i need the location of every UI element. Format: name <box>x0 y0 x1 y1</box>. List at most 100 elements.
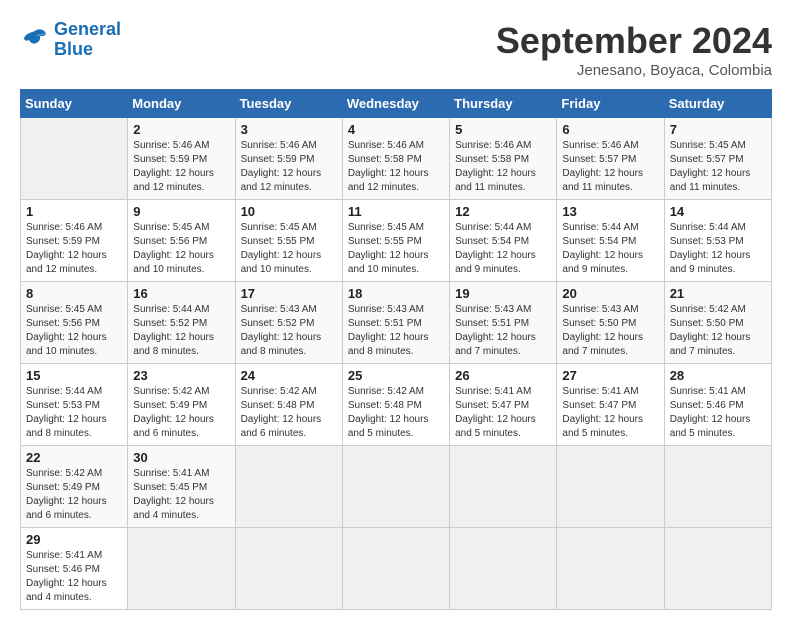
day-info: Sunrise: 5:45 AMSunset: 5:55 PMDaylight:… <box>241 221 337 277</box>
day-info: Sunrise: 5:41 AMSunset: 5:47 PMDaylight:… <box>562 385 658 441</box>
calendar-cell <box>450 528 557 610</box>
day-number: 21 <box>670 286 766 301</box>
weekday-header-cell: Friday <box>557 90 664 118</box>
calendar-week-row: 8 Sunrise: 5:45 AMSunset: 5:56 PMDaylight… <box>21 282 772 364</box>
weekday-header-cell: Thursday <box>450 90 557 118</box>
calendar-cell: 28Sunrise: 5:41 AMSunset: 5:46 PMDayligh… <box>664 364 771 446</box>
day-info: Sunrise: 5:43 AMSunset: 5:51 PMDaylight:… <box>455 303 551 359</box>
logo-line1: General <box>54 19 121 39</box>
calendar-cell <box>450 446 557 528</box>
calendar-cell: 23 Sunrise: 5:42 AMSunset: 5:49 PMDayligh… <box>128 364 235 446</box>
calendar-cell: 8 Sunrise: 5:45 AMSunset: 5:56 PMDaylight… <box>21 282 128 364</box>
day-info: Sunrise: 5:46 AMSunset: 5:57 PMDaylight:… <box>562 139 658 195</box>
calendar-week-row: 29 Sunrise: 5:41 AMSunset: 5:46 PMDayligh… <box>21 528 772 610</box>
calendar-cell <box>235 528 342 610</box>
logo-icon <box>20 25 50 55</box>
day-info: Sunrise: 5:44 AMSunset: 5:53 PMDaylight:… <box>26 385 122 441</box>
day-number: 23 <box>133 368 229 383</box>
day-info: Sunrise: 5:45 AMSunset: 5:55 PMDaylight:… <box>348 221 444 277</box>
calendar-cell: 9Sunrise: 5:45 AMSunset: 5:56 PMDaylight… <box>128 200 235 282</box>
calendar-cell: 12Sunrise: 5:44 AMSunset: 5:54 PMDayligh… <box>450 200 557 282</box>
calendar-cell: 18Sunrise: 5:43 AMSunset: 5:51 PMDayligh… <box>342 282 449 364</box>
day-number: 27 <box>562 368 658 383</box>
day-info: Sunrise: 5:41 AMSunset: 5:46 PMDaylight:… <box>26 549 122 605</box>
calendar-cell: 30 Sunrise: 5:41 AMSunset: 5:45 PMDayligh… <box>128 446 235 528</box>
calendar-week-row: 1 Sunrise: 5:46 AMSunset: 5:59 PMDaylight… <box>21 200 772 282</box>
calendar-cell: 5 Sunrise: 5:46 AMSunset: 5:58 PMDaylight… <box>450 118 557 200</box>
day-info: Sunrise: 5:45 AMSunset: 5:56 PMDaylight:… <box>133 221 229 277</box>
calendar-week-row: 2 Sunrise: 5:46 AMSunset: 5:59 PMDaylight… <box>21 118 772 200</box>
calendar-cell: 11 Sunrise: 5:45 AMSunset: 5:55 PMDayligh… <box>342 200 449 282</box>
calendar-cell: 7Sunrise: 5:45 AMSunset: 5:57 PMDaylight… <box>664 118 771 200</box>
day-info: Sunrise: 5:42 AMSunset: 5:48 PMDaylight:… <box>241 385 337 441</box>
day-number: 29 <box>26 532 122 547</box>
calendar-cell: 6 Sunrise: 5:46 AMSunset: 5:57 PMDaylight… <box>557 118 664 200</box>
day-number: 26 <box>455 368 551 383</box>
calendar-week-row: 15Sunrise: 5:44 AMSunset: 5:53 PMDayligh… <box>21 364 772 446</box>
calendar-cell: 10 Sunrise: 5:45 AMSunset: 5:55 PMDayligh… <box>235 200 342 282</box>
weekday-header-cell: Sunday <box>21 90 128 118</box>
calendar-body: 2 Sunrise: 5:46 AMSunset: 5:59 PMDaylight… <box>21 118 772 610</box>
calendar-cell: 24 Sunrise: 5:42 AMSunset: 5:48 PMDayligh… <box>235 364 342 446</box>
day-number: 30 <box>133 450 229 465</box>
day-info: Sunrise: 5:46 AMSunset: 5:58 PMDaylight:… <box>455 139 551 195</box>
weekday-header-cell: Monday <box>128 90 235 118</box>
calendar-cell: 22 Sunrise: 5:42 AMSunset: 5:49 PMDayligh… <box>21 446 128 528</box>
day-number: 13 <box>562 204 658 219</box>
calendar-cell: 15Sunrise: 5:44 AMSunset: 5:53 PMDayligh… <box>21 364 128 446</box>
day-info: Sunrise: 5:42 AMSunset: 5:49 PMDaylight:… <box>26 467 122 523</box>
day-info: Sunrise: 5:46 AMSunset: 5:59 PMDaylight:… <box>26 221 122 277</box>
day-number: 1 <box>26 204 122 219</box>
calendar-cell: 27 Sunrise: 5:41 AMSunset: 5:47 PMDayligh… <box>557 364 664 446</box>
day-number: 3 <box>241 122 337 137</box>
day-info: Sunrise: 5:45 AMSunset: 5:57 PMDaylight:… <box>670 139 766 195</box>
calendar-table: SundayMondayTuesdayWednesdayThursdayFrid… <box>20 89 772 610</box>
calendar-cell: 17Sunrise: 5:43 AMSunset: 5:52 PMDayligh… <box>235 282 342 364</box>
calendar-cell <box>664 446 771 528</box>
day-info: Sunrise: 5:44 AMSunset: 5:54 PMDaylight:… <box>562 221 658 277</box>
day-number: 17 <box>241 286 337 301</box>
day-number: 10 <box>241 204 337 219</box>
weekday-header-row: SundayMondayTuesdayWednesdayThursdayFrid… <box>21 90 772 118</box>
logo-line2: Blue <box>54 39 93 59</box>
logo-text: General Blue <box>54 20 121 60</box>
calendar-cell: 26 Sunrise: 5:41 AMSunset: 5:47 PMDayligh… <box>450 364 557 446</box>
day-number: 24 <box>241 368 337 383</box>
day-info: Sunrise: 5:41 AMSunset: 5:45 PMDaylight:… <box>133 467 229 523</box>
day-info: Sunrise: 5:44 AMSunset: 5:53 PMDaylight:… <box>670 221 766 277</box>
calendar-cell <box>342 528 449 610</box>
day-number: 8 <box>26 286 122 301</box>
calendar-week-row: 22 Sunrise: 5:42 AMSunset: 5:49 PMDayligh… <box>21 446 772 528</box>
day-number: 11 <box>348 204 444 219</box>
day-info: Sunrise: 5:46 AMSunset: 5:59 PMDaylight:… <box>241 139 337 195</box>
calendar-cell: 2 Sunrise: 5:46 AMSunset: 5:59 PMDaylight… <box>128 118 235 200</box>
month-title: September 2024 <box>496 20 772 62</box>
day-number: 6 <box>562 122 658 137</box>
calendar-cell: 19 Sunrise: 5:43 AMSunset: 5:51 PMDayligh… <box>450 282 557 364</box>
calendar-cell <box>128 528 235 610</box>
day-info: Sunrise: 5:42 AMSunset: 5:48 PMDaylight:… <box>348 385 444 441</box>
day-number: 18 <box>348 286 444 301</box>
day-number: 22 <box>26 450 122 465</box>
day-info: Sunrise: 5:44 AMSunset: 5:54 PMDaylight:… <box>455 221 551 277</box>
day-info: Sunrise: 5:46 AMSunset: 5:59 PMDaylight:… <box>133 139 229 195</box>
day-info: Sunrise: 5:42 AMSunset: 5:50 PMDaylight:… <box>670 303 766 359</box>
day-number: 19 <box>455 286 551 301</box>
weekday-header-cell: Tuesday <box>235 90 342 118</box>
day-number: 2 <box>133 122 229 137</box>
day-info: Sunrise: 5:41 AMSunset: 5:46 PMDaylight:… <box>670 385 766 441</box>
calendar-cell: 16Sunrise: 5:44 AMSunset: 5:52 PMDayligh… <box>128 282 235 364</box>
calendar-cell: 1 Sunrise: 5:46 AMSunset: 5:59 PMDaylight… <box>21 200 128 282</box>
day-info: Sunrise: 5:44 AMSunset: 5:52 PMDaylight:… <box>133 303 229 359</box>
day-info: Sunrise: 5:41 AMSunset: 5:47 PMDaylight:… <box>455 385 551 441</box>
calendar-cell: 4Sunrise: 5:46 AMSunset: 5:58 PMDaylight… <box>342 118 449 200</box>
day-number: 5 <box>455 122 551 137</box>
calendar-cell <box>342 446 449 528</box>
day-info: Sunrise: 5:45 AMSunset: 5:56 PMDaylight:… <box>26 303 122 359</box>
calendar-cell <box>664 528 771 610</box>
day-info: Sunrise: 5:46 AMSunset: 5:58 PMDaylight:… <box>348 139 444 195</box>
calendar-cell: 14Sunrise: 5:44 AMSunset: 5:53 PMDayligh… <box>664 200 771 282</box>
day-info: Sunrise: 5:42 AMSunset: 5:49 PMDaylight:… <box>133 385 229 441</box>
day-number: 20 <box>562 286 658 301</box>
weekday-header-cell: Wednesday <box>342 90 449 118</box>
